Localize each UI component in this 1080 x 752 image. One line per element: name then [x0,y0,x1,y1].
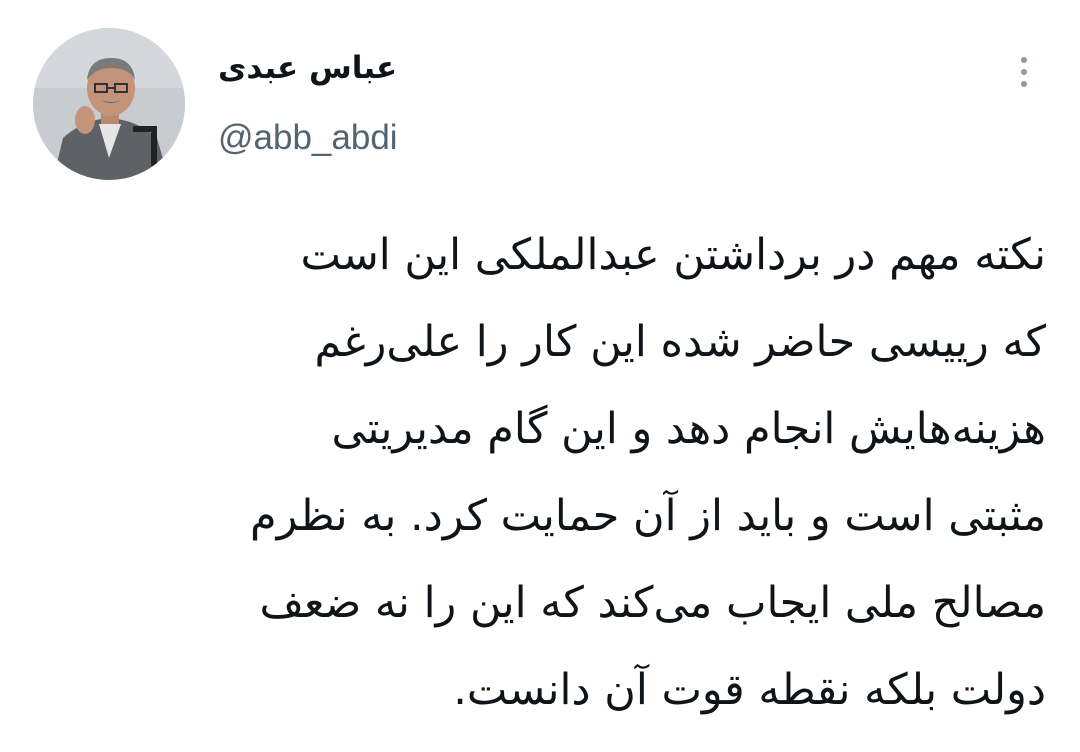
more-options-button[interactable] [1004,48,1044,96]
tweet-text-line: دولت بلکه نقطه قوت آن دانست. [453,665,1046,715]
tweet-text-line: مصالح ملی ایجاب می‌کند که این را نه ضعف [259,578,1046,628]
tweet-text-line: هزینه‌هایش انجام دهد و این گام مدیریتی [331,404,1046,454]
avatar[interactable] [33,28,185,180]
more-vertical-icon [1021,57,1027,63]
tweet-text: نکته مهم در برداشتن عبدالملکی این است که… [50,212,1046,734]
tweet: عباس عبدی @abb_abdi نکته مهم در برداشتن … [0,0,1080,752]
profile-photo-icon [33,28,185,180]
more-vertical-icon-dot [1021,81,1027,87]
author-handle[interactable]: @abb_abdi [218,114,398,162]
author-display-name[interactable]: عباس عبدی [218,44,397,92]
tweet-text-line: مثبتی است و باید از آن حمایت کرد. به نظر… [250,491,1046,541]
more-vertical-icon-dot [1021,69,1027,75]
tweet-text-line: نکته مهم در برداشتن عبدالملکی این است [300,230,1046,280]
tweet-text-line: که رییسی حاضر شده این کار را علی‌رغم [314,317,1046,367]
